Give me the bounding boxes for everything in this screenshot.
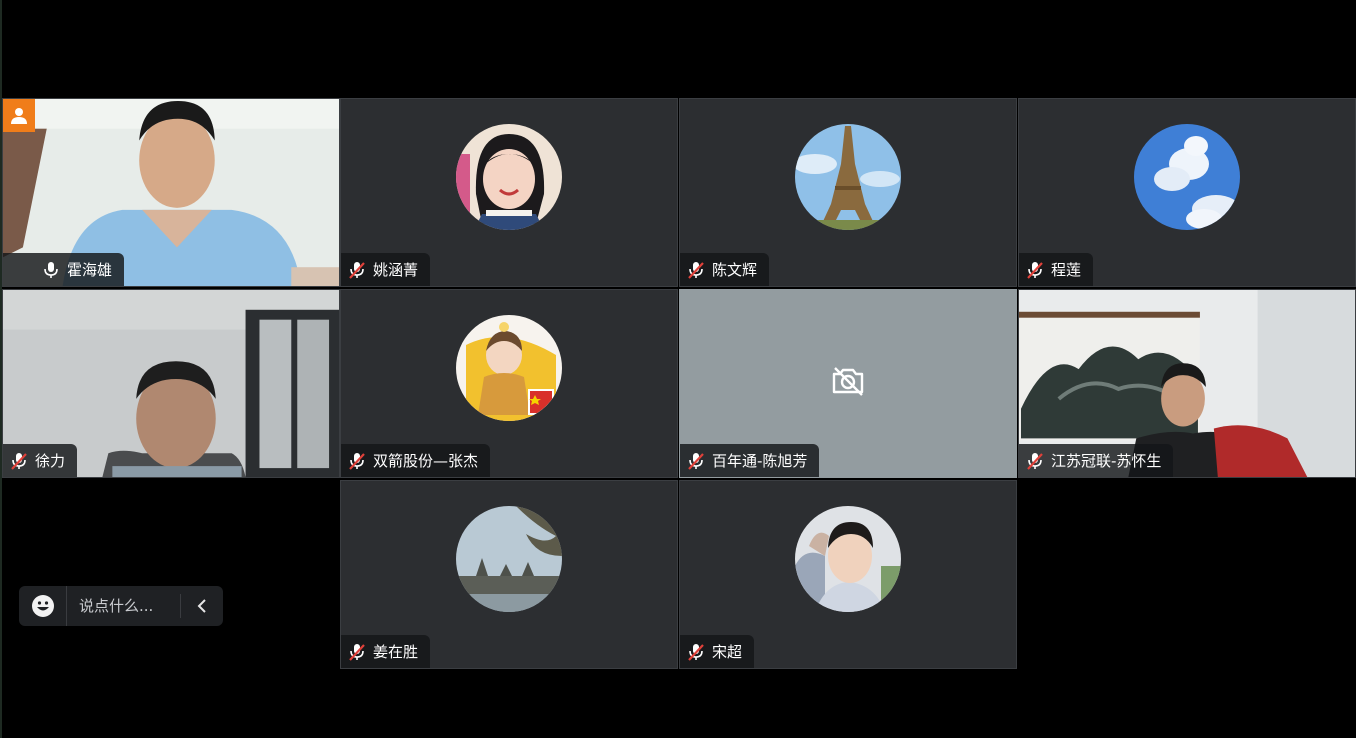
participant-tile[interactable]: 霍海雄 [2,98,340,287]
participant-name: 徐力 [35,452,66,470]
participant-tile[interactable]: 姜在胜 [340,480,678,669]
microphone-muted-icon[interactable] [347,642,367,662]
participant-tile[interactable]: 程莲 [1018,98,1356,287]
man-selfie-avatar [795,506,901,612]
participant-name-tag: 江苏冠联-苏怀生 [1019,444,1174,477]
participant-tile[interactable]: 陈文辉 [679,98,1017,287]
girl-portrait-avatar [456,124,562,230]
participant-name: 姜在胜 [373,643,419,661]
participant-tile[interactable]: 百年通-陈旭芳 [679,289,1017,478]
microphone-icon[interactable] [41,260,61,280]
participant-name-tag: 徐力 [3,444,78,477]
participant-name-tag: 霍海雄 [3,253,125,286]
microphone-muted-icon[interactable] [347,260,367,280]
host-person-icon [11,107,27,124]
participant-tile[interactable]: 徐力 [2,289,340,478]
participant-name-tag: 宋超 [680,635,755,668]
camera-off-icon [832,366,864,396]
participant-name: 百年通-陈旭芳 [712,452,808,470]
participant-name: 程莲 [1051,261,1082,279]
participant-name: 江苏冠联-苏怀生 [1051,452,1162,470]
participant-tile[interactable]: 双箭股份—张杰 [340,289,678,478]
sky-clouds-avatar [1134,124,1240,230]
microphone-muted-icon[interactable] [686,642,706,662]
chat-bar: 说点什么... [19,586,223,626]
participant-name: 陈文辉 [712,261,758,279]
participant-tile[interactable]: 江苏冠联-苏怀生 [1018,289,1356,478]
participant-name-tag: 百年通-陈旭芳 [680,444,820,477]
participant-name: 姚涵菁 [373,261,419,279]
participant-name: 宋超 [712,643,743,661]
participant-name-tag: 姚涵菁 [341,253,431,286]
participant-tile[interactable]: 姚涵菁 [340,98,678,287]
chevron-left-icon[interactable] [181,586,223,626]
microphone-muted-icon[interactable] [9,451,29,471]
smiley-icon[interactable] [19,586,67,626]
microphone-muted-icon[interactable] [1025,451,1045,471]
toddler-avatar [456,315,562,421]
temple-landscape-avatar [456,506,562,612]
microphone-muted-icon[interactable] [686,451,706,471]
participant-name-tag: 双箭股份—张杰 [341,444,491,477]
participant-name: 双箭股份—张杰 [373,452,479,470]
chat-input[interactable]: 说点什么... [67,594,181,618]
host-badge [3,99,35,132]
participant-name-tag: 姜在胜 [341,635,431,668]
microphone-muted-icon[interactable] [1025,260,1045,280]
eiffel-tower-avatar [795,124,901,230]
participant-tile[interactable]: 宋超 [679,480,1017,669]
participant-name: 霍海雄 [67,261,113,279]
microphone-muted-icon[interactable] [347,451,367,471]
participant-name-tag: 程莲 [1019,253,1094,286]
microphone-muted-icon[interactable] [686,260,706,280]
participant-name-tag: 陈文辉 [680,253,770,286]
